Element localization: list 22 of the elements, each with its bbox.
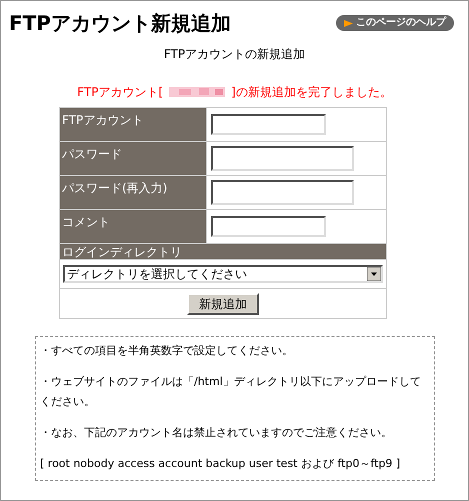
note-text: [ root nobody access account backup user test および ftp0～ftp9 ] [40, 456, 402, 472]
section-title: FTPアカウントの新規追加 [164, 46, 306, 63]
note-text: ・なお、下記のアカウント名は禁止されていますのでご注意ください。 [40, 425, 393, 441]
message-prefix: FTPアカウント[ [77, 84, 164, 101]
note-text: ・すべての項目を半角英数字で設定してください。 [40, 343, 294, 359]
field-label: パスワード [60, 142, 206, 176]
page-title: FTPアカウント新規追加 [9, 13, 231, 33]
input-field[interactable] [211, 114, 326, 135]
input-field[interactable] [211, 180, 354, 205]
message-suffix: ]の新規追加を完了しました。 [231, 84, 392, 101]
note-text: ・ウェブサイトのファイルは「/html」ディレクトリ以下にアップロードしてください。 [40, 374, 422, 410]
directory-select[interactable]: ディレクトリを選択してください [63, 265, 383, 283]
play-icon [344, 20, 353, 26]
add-button[interactable]: 新規追加 [187, 292, 259, 314]
field-label: コメント [60, 210, 206, 244]
field-label: FTPアカウント [60, 108, 206, 142]
field-label: パスワード(再入力) [60, 176, 206, 210]
help-button[interactable]: このページのヘルプ [336, 15, 454, 31]
dropdown-arrow-icon [367, 267, 381, 281]
input-field[interactable] [211, 216, 326, 237]
directory-label: ログインディレクトリ [60, 244, 386, 260]
input-field[interactable] [211, 146, 354, 171]
